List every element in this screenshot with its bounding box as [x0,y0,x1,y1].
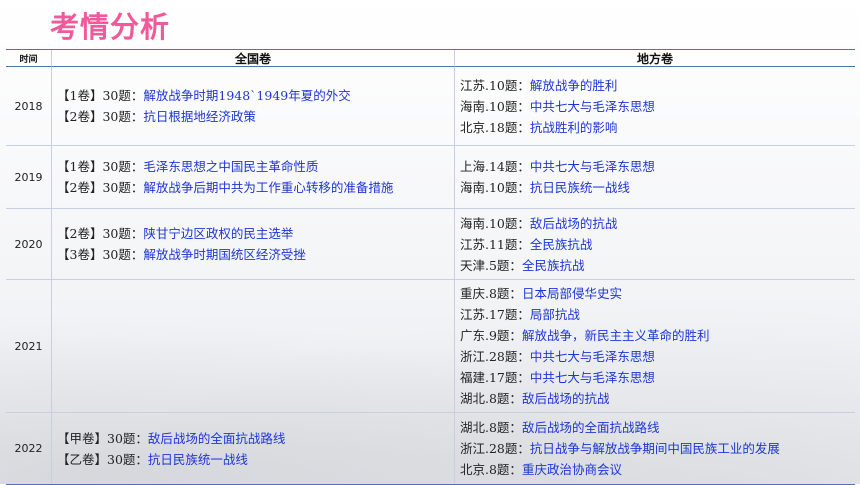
question-topic: 抗日民族统一战线 [529,180,630,195]
question-source: 海南.10题： [460,98,530,114]
question-source: 江苏.10题： [460,77,530,93]
header-local: 地方卷 [455,50,855,67]
header-national: 全国卷 [52,50,455,67]
question-source: 福建.17题： [460,370,530,385]
question-topic: 中共七大与毛泽东思想 [529,159,655,174]
question-topic: 解放战争时期1948`1949年夏的外交 [143,88,351,103]
question-entry: 湖北.8题：敌后战场的抗战 [460,388,855,409]
question-entry: 海南.10题：抗日民族统一战线 [460,177,855,198]
national-cell: 【1卷】30题：毛泽东思想之中国民主革命性质 【2卷】30题：解放战争后期中共为工… [52,146,455,209]
year-cell: 2018 [6,67,52,146]
year-cell: 2020 [6,209,52,280]
question-entry: 浙江.28题：中共七大与毛泽东思想 [460,346,855,367]
question-topic: 抗日战争与解放战争期间中国民族工业的发展 [529,441,780,456]
question-source: 【2卷】30题： [57,180,144,195]
question-topic: 中共七大与毛泽东思想 [529,98,655,114]
question-entry: 【1卷】30题：毛泽东思想之中国民主革命性质 [57,156,454,177]
question-topic: 解放战争的胜利 [529,77,618,93]
question-topic: 解放战争时期国统区经济受挫 [143,247,306,262]
question-topic: 局部抗战 [529,307,580,322]
local-cell: 湖北.8题：敌后战场的全面抗战路线 浙江.28题：抗日战争与解放战争期间中国民族工… [455,413,855,484]
question-source: 【1卷】30题： [57,159,144,174]
question-source: 江苏.17题： [460,307,530,322]
national-cell: 【甲卷】30题：敌后战场的全面抗战路线 【乙卷】30题：抗日民族统一战线 [52,413,455,484]
question-topic: 重庆政治协商会议 [521,462,622,477]
question-source: 【2卷】30题： [57,109,144,124]
question-entry: 江苏.17题：局部抗战 [460,304,855,325]
question-source: 【乙卷】30题： [57,451,148,467]
question-entry: 【2卷】30题：解放战争后期中共为工作重心转移的准备措施 [57,177,454,198]
year-cell: 2022 [6,413,52,484]
question-topic: 抗战胜利的影响 [529,119,618,135]
question-entry: 【乙卷】30题：抗日民族统一战线 [57,449,454,470]
question-topic: 敌后战场的全面抗战路线 [521,420,660,435]
question-entry: 广东.9题：解放战争，新民主主义革命的胜利 [460,325,855,346]
question-source: 江苏.11题： [460,236,530,252]
question-source: 【1卷】30题： [57,88,144,103]
question-topic: 全民族抗战 [529,236,593,252]
national-cell: 【2卷】30题：陕甘宁边区政权的民主选举 【3卷】30题：解放战争时期国统区经济受… [52,209,455,280]
question-topic: 中共七大与毛泽东思想 [529,349,655,364]
question-entry: 江苏.10题：解放战争的胜利 [460,75,855,96]
local-cell: 上海.14题：中共七大与毛泽东思想 海南.10题：抗日民族统一战线 [455,146,855,209]
question-source: 浙江.28题： [460,441,530,456]
question-source: 【甲卷】30题： [57,430,148,446]
question-topic: 敌后战场的全面抗战路线 [147,430,286,446]
question-topic: 解放战争后期中共为工作重心转移的准备措施 [143,180,394,195]
question-entry: 【3卷】30题：解放战争时期国统区经济受挫 [57,244,454,265]
year-cell: 2019 [6,146,52,209]
page-title: 考情分析 [50,10,171,44]
question-entry: 北京.8题：重庆政治协商会议 [460,459,855,480]
exam-analysis-table: 时间 全国卷 地方卷 2018 【1卷】30题：解放战争时期1948`1949年夏… [6,49,855,485]
header-year: 时间 [6,50,52,67]
question-topic: 毛泽东思想之中国民主革命性质 [143,159,319,174]
question-source: 湖北.8题： [460,391,522,406]
question-source: 广东.9题： [460,328,522,343]
question-topic: 敌后战场的抗战 [521,391,610,406]
question-source: 天津.5题： [460,257,522,273]
question-entry: 【1卷】30题：解放战争时期1948`1949年夏的外交 [57,85,454,106]
question-source: 重庆.8题： [460,286,522,301]
question-topic: 全民族抗战 [521,257,585,273]
national-cell: 【1卷】30题：解放战争时期1948`1949年夏的外交 【2卷】30题：抗日根据… [52,67,455,146]
question-entry: 【甲卷】30题：敌后战场的全面抗战路线 [57,428,454,449]
question-entry: 重庆.8题：日本局部侵华史实 [460,283,855,304]
question-entry: 【2卷】30题：抗日根据地经济政策 [57,106,454,127]
question-entry: 北京.18题：抗战胜利的影响 [460,117,855,138]
question-entry: 天津.5题：全民族抗战 [460,255,855,276]
question-topic: 中共七大与毛泽东思想 [529,370,655,385]
question-entry: 海南.10题：中共七大与毛泽东思想 [460,96,855,117]
question-topic: 抗日民族统一战线 [147,451,248,467]
local-cell: 重庆.8题：日本局部侵华史实 江苏.17题：局部抗战 广东.9题：解放战争，新民主主… [455,280,855,413]
question-entry: 江苏.11题：全民族抗战 [460,234,855,255]
question-entry: 浙江.28题：抗日战争与解放战争期间中国民族工业的发展 [460,438,855,459]
local-cell: 海南.10题：敌后战场的抗战 江苏.11题：全民族抗战 天津.5题：全民族抗战 [455,209,855,280]
question-topic: 敌后战场的抗战 [529,215,618,231]
local-cell: 江苏.10题：解放战争的胜利 海南.10题：中共七大与毛泽东思想 北京.18题：抗战… [455,67,855,146]
national-cell [52,280,455,413]
question-entry: 上海.14题：中共七大与毛泽东思想 [460,156,855,177]
question-topic: 陕甘宁边区政权的民主选举 [143,226,294,241]
question-source: 【3卷】30题： [57,247,144,262]
question-source: 上海.14题： [460,159,530,174]
question-source: 北京.18题： [460,119,530,135]
question-entry: 【2卷】30题：陕甘宁边区政权的民主选举 [57,223,454,244]
question-entry: 福建.17题：中共七大与毛泽东思想 [460,367,855,388]
question-entry: 湖北.8题：敌后战场的全面抗战路线 [460,417,855,438]
question-source: 湖北.8题： [460,420,522,435]
question-source: 浙江.28题： [460,349,530,364]
question-source: 海南.10题： [460,215,530,231]
question-source: 【2卷】30题： [57,226,144,241]
year-cell: 2021 [6,280,52,413]
question-topic: 日本局部侵华史实 [521,286,622,301]
question-entry: 海南.10题：敌后战场的抗战 [460,213,855,234]
question-topic: 解放战争，新民主主义革命的胜利 [521,328,710,343]
question-source: 北京.8题： [460,462,522,477]
question-source: 海南.10题： [460,180,530,195]
question-topic: 抗日根据地经济政策 [143,109,256,124]
